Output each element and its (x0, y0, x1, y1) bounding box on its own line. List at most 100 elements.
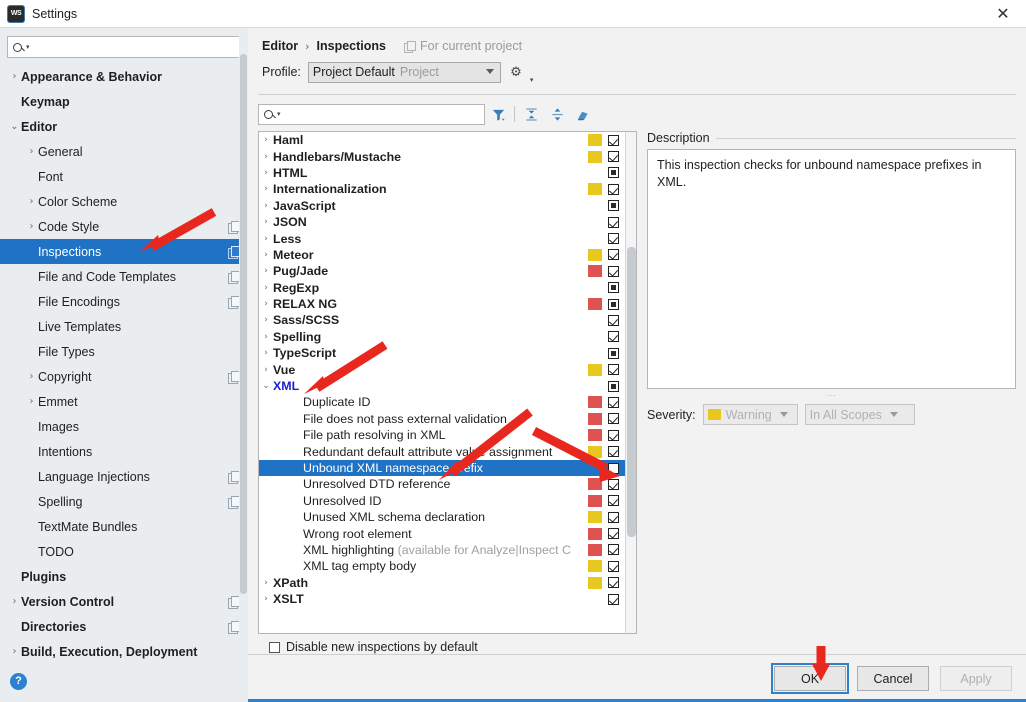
inspections-scrollbar[interactable] (625, 132, 636, 633)
sidebar-item-file-and-code-templates[interactable]: File and Code Templates (0, 264, 248, 289)
inspection-row[interactable]: › Pug/Jade (259, 263, 625, 279)
inspection-enabled-checkbox[interactable] (608, 134, 619, 146)
chevron-right-icon[interactable]: › (259, 201, 273, 211)
breadcrumb-parent[interactable]: Editor (262, 39, 298, 53)
inspection-enabled-checkbox[interactable] (608, 462, 619, 474)
ok-button[interactable]: OK (771, 663, 849, 694)
disable-new-inspections-row[interactable]: Disable new inspections by default (258, 634, 1016, 654)
sidebar-item-code-style[interactable]: › Code Style (0, 214, 248, 239)
chevron-right-icon[interactable]: › (259, 152, 273, 162)
inspection-row[interactable]: Unresolved DTD reference (259, 476, 625, 492)
inspections-search-box[interactable]: ▾ (258, 103, 485, 125)
sidebar-item-appearance-behavior[interactable]: › Appearance & Behavior (0, 64, 248, 89)
chevron-right-icon[interactable]: › (25, 396, 38, 407)
chevron-right-icon[interactable]: › (25, 371, 38, 382)
severity-select[interactable]: Warning (702, 404, 798, 425)
inspection-row[interactable]: › JavaScript (259, 198, 625, 214)
filter-icon[interactable] (485, 103, 511, 125)
sidebar-item-build-execution-deployment[interactable]: › Build, Execution, Deployment (0, 639, 248, 660)
inspection-row[interactable]: › Less (259, 230, 625, 246)
inspection-enabled-checkbox[interactable] (608, 282, 619, 294)
sidebar-scrollbar[interactable] (239, 28, 248, 702)
inspection-enabled-checkbox[interactable] (608, 233, 619, 245)
inspection-row[interactable]: › JSON (259, 214, 625, 230)
inspection-enabled-checkbox[interactable] (608, 167, 619, 179)
chevron-right-icon[interactable]: › (8, 596, 21, 607)
cancel-button[interactable]: Cancel (857, 666, 929, 691)
sidebar-item-inspections[interactable]: Inspections (0, 239, 248, 264)
inspection-row[interactable]: Unused XML schema declaration (259, 509, 625, 525)
chevron-right-icon[interactable]: › (8, 71, 21, 82)
inspection-enabled-checkbox[interactable] (608, 560, 619, 572)
sidebar-scrollbar-thumb[interactable] (240, 54, 247, 594)
inspection-row[interactable]: XML highlighting (available for Analyze|… (259, 542, 625, 558)
inspection-row[interactable]: Unbound XML namespace prefix (259, 459, 625, 477)
inspection-row[interactable]: Redundant default attribute value assign… (259, 443, 625, 459)
search-input[interactable] (33, 39, 235, 55)
reset-icon[interactable] (570, 103, 596, 125)
inspection-enabled-checkbox[interactable] (608, 577, 619, 589)
inspection-row[interactable]: Unresolved ID (259, 493, 625, 509)
sidebar-item-keymap[interactable]: Keymap (0, 89, 248, 114)
inspection-row[interactable]: File does not pass external validation (259, 411, 625, 427)
chevron-right-icon[interactable]: › (259, 184, 273, 194)
sidebar-item-live-templates[interactable]: Live Templates (0, 314, 248, 339)
inspection-enabled-checkbox[interactable] (608, 528, 619, 540)
chevron-right-icon[interactable]: › (25, 146, 38, 157)
chevron-right-icon[interactable]: › (259, 250, 273, 260)
inspection-enabled-checkbox[interactable] (608, 265, 619, 277)
inspection-enabled-checkbox[interactable] (608, 331, 619, 343)
inspection-enabled-checkbox[interactable] (608, 495, 619, 507)
search-dropdown-caret-icon[interactable]: ▾ (26, 43, 30, 51)
inspections-scrollbar-thumb[interactable] (627, 247, 636, 537)
expand-all-icon[interactable] (518, 103, 544, 125)
inspection-enabled-checkbox[interactable] (608, 593, 619, 605)
chevron-right-icon[interactable]: › (259, 135, 273, 145)
inspection-enabled-checkbox[interactable] (608, 347, 619, 359)
chevron-right-icon[interactable]: › (25, 221, 38, 232)
sidebar-item-textmate-bundles[interactable]: TextMate Bundles (0, 514, 248, 539)
sidebar-item-font[interactable]: Font (0, 164, 248, 189)
inspection-row[interactable]: › XSLT (259, 591, 625, 607)
sidebar-item-copyright[interactable]: › Copyright (0, 364, 248, 389)
chevron-right-icon[interactable]: › (259, 299, 273, 309)
chevron-right-icon[interactable]: › (8, 646, 21, 657)
inspection-enabled-checkbox[interactable] (608, 544, 619, 556)
disable-new-inspections-checkbox[interactable] (269, 641, 280, 653)
inspection-enabled-checkbox[interactable] (608, 364, 619, 376)
inspection-enabled-checkbox[interactable] (608, 298, 619, 310)
chevron-right-icon[interactable]: › (259, 266, 273, 276)
description-resize-grip[interactable]: ⋯ (647, 389, 1016, 401)
inspection-row[interactable]: › HTML (259, 165, 625, 181)
search-dropdown-caret-icon[interactable]: ▾ (277, 110, 281, 118)
chevron-right-icon[interactable]: › (259, 594, 273, 604)
sidebar-item-plugins[interactable]: Plugins (0, 564, 248, 589)
inspection-row[interactable]: › Spelling (259, 329, 625, 345)
help-icon[interactable]: ? (10, 672, 27, 690)
inspection-row[interactable]: › RELAX NG (259, 296, 625, 312)
profile-select[interactable]: Project Default Project (307, 61, 501, 83)
inspection-enabled-checkbox[interactable] (608, 183, 619, 195)
chevron-down-icon[interactable]: ⌄ (259, 381, 273, 391)
sidebar-item-color-scheme[interactable]: › Color Scheme (0, 189, 248, 214)
inspection-enabled-checkbox[interactable] (608, 380, 619, 392)
chevron-right-icon[interactable]: › (25, 196, 38, 207)
chevron-right-icon[interactable]: › (259, 315, 273, 325)
inspection-row[interactable]: ⌄ XML (259, 378, 625, 394)
sidebar-item-editor[interactable]: ⌄ Editor (0, 114, 248, 139)
inspections-search-input[interactable] (284, 106, 479, 122)
inspection-row[interactable]: XML tag empty body (259, 558, 625, 574)
inspection-enabled-checkbox[interactable] (608, 249, 619, 261)
inspection-enabled-checkbox[interactable] (608, 511, 619, 523)
inspection-row[interactable]: › TypeScript (259, 345, 625, 361)
inspection-row[interactable]: › Handlebars/Mustache (259, 148, 625, 164)
inspection-row[interactable]: Duplicate ID (259, 394, 625, 410)
inspection-row[interactable]: File path resolving in XML (259, 427, 625, 443)
chevron-right-icon[interactable]: › (259, 348, 273, 358)
chevron-right-icon[interactable]: › (259, 365, 273, 375)
inspection-enabled-checkbox[interactable] (608, 314, 619, 326)
sidebar-item-intentions[interactable]: Intentions (0, 439, 248, 464)
inspection-row[interactable]: › Internationalization (259, 181, 625, 197)
inspection-enabled-checkbox[interactable] (608, 151, 619, 163)
sidebar-item-version-control[interactable]: › Version Control (0, 589, 248, 614)
